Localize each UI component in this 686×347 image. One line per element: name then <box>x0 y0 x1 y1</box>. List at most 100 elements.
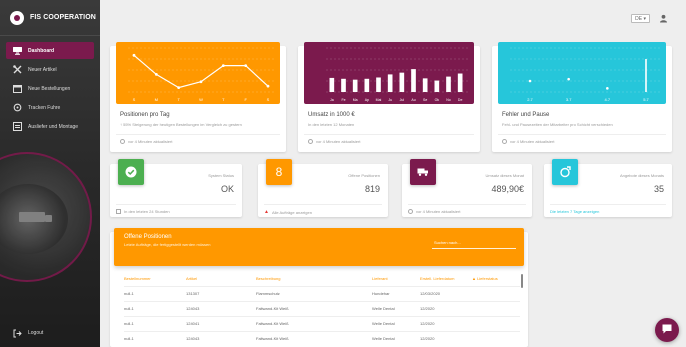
bar <box>457 73 463 92</box>
table-cell: Welle Dental <box>372 321 395 326</box>
sidebar-item-label: Ausliefer und Montage <box>28 123 79 130</box>
sidebar-item-dashboard[interactable]: Dashboard <box>6 42 94 59</box>
stat-label: System Status <box>208 173 234 178</box>
x-tick-label: Mai <box>376 98 382 102</box>
brand[interactable]: FIS COOPERATION <box>0 0 100 36</box>
data-point <box>132 53 136 57</box>
sidebar-item-neuer-artikel[interactable]: Neuer Artikel <box>6 61 94 78</box>
stat-footer: In den letzten 24 Stunden <box>116 204 236 214</box>
chart-footer: vor 4 Minuten aktualisiert <box>498 134 666 148</box>
dashboard-icon <box>12 46 22 56</box>
stat-footer-text: In den letzten 24 Stunden <box>124 209 170 214</box>
topbar: DE ▾ <box>100 0 686 36</box>
chart-title: Positionen pro Tag <box>120 112 170 118</box>
chart-subtitle: Fehl- und Pausezeiten der Mitarbeiter pr… <box>502 122 613 127</box>
x-tick-label: Jul <box>400 98 405 102</box>
x-tick-label: T <box>222 97 225 102</box>
clock-icon <box>408 209 413 214</box>
tools-icon <box>12 65 22 75</box>
x-tick-label: T <box>177 97 180 102</box>
stat-label: Offene Positionen <box>348 173 380 178</box>
chart-title: Umsatz in 1000 € <box>308 112 355 118</box>
table-scrollbar[interactable] <box>521 274 523 288</box>
data-point <box>266 84 270 88</box>
column-header[interactable]: Lieferant <box>372 276 388 281</box>
x-tick-label: F <box>244 97 247 102</box>
errors-scatter-chart: 2.7 3.7 4.7 5.7 <box>510 47 660 102</box>
bar <box>341 78 346 92</box>
x-tick-label: S <box>133 97 136 102</box>
bar <box>422 78 428 92</box>
stat-value: 819 <box>364 184 380 194</box>
x-tick-label: No <box>446 98 451 102</box>
chart-footer-text: vor 4 Minuten aktualisiert <box>510 139 555 144</box>
column-header[interactable]: Erstell. Lieferdatum <box>420 276 454 281</box>
bar <box>364 78 370 92</box>
x-tick-label: Ja <box>330 98 334 102</box>
clock-icon <box>308 139 313 144</box>
table-cell: Flammschutz <box>256 291 280 296</box>
calendar-icon <box>12 84 22 94</box>
brand-name: FIS COOPERATION <box>30 14 96 21</box>
table-row[interactable]: null-1 131307 Flammschutz Hundehar 12/03… <box>124 286 520 300</box>
column-header[interactable]: Artikel <box>186 276 197 281</box>
column-header[interactable]: Beschreibung <box>256 276 280 281</box>
x-tick-label: 2.7 <box>527 97 533 102</box>
stat-footer[interactable]: Die letzten 7 Tage anzeigen <box>550 204 666 214</box>
sidebar-item-tracken-fuhre[interactable]: Tracken Fuhre <box>6 99 94 116</box>
positions-line-chart: SMTWTFS <box>128 47 274 102</box>
table-cell: 12/2020 <box>420 336 435 341</box>
table-cell: Faltwand-Kit Weiß <box>256 306 289 311</box>
bar <box>387 74 393 92</box>
bar <box>376 77 381 92</box>
table-cell: null-1 <box>124 291 134 296</box>
check-icon <box>118 159 144 185</box>
sidebar-item-ausliefer-montage[interactable]: Ausliefer und Montage <box>6 118 94 135</box>
x-tick-label: 3.7 <box>566 97 572 102</box>
sidebar-item-neue-bestellungen[interactable]: Neue Bestellungen <box>6 80 94 97</box>
clock-icon <box>502 139 507 144</box>
stat-footer[interactable]: ▲ Alle Aufträge anzeigen <box>264 204 382 215</box>
logout-label: Logout <box>28 330 44 336</box>
data-point <box>528 79 532 83</box>
table-row[interactable]: null-1 124041 Faltwand-Kit Weiß Welle De… <box>124 316 520 330</box>
stat-card-umsatz-monat: Umsatz dieses Monat 489,90€ vor 4 Minute… <box>402 159 532 217</box>
table-row[interactable]: null-1 124043 Faltwand-Kit Weiß Welle De… <box>124 331 520 345</box>
bar <box>329 77 335 92</box>
x-tick-label: Ap <box>365 98 369 102</box>
chart-footer: vor 4 Minuten aktualisiert <box>304 134 474 148</box>
data-point <box>221 64 225 67</box>
sidebar-item-label: Dashboard <box>28 47 55 54</box>
truck-icon <box>12 122 22 132</box>
stat-value: 489,90€ <box>491 184 524 194</box>
x-tick-label: W <box>199 97 203 102</box>
table-cell: null-1 <box>124 321 134 326</box>
search-input[interactable]: Suchen nach... <box>432 240 516 249</box>
chart-title: Fehler und Pause <box>502 112 550 118</box>
sidebar: FIS COOPERATION Dashboard Neuer Artikel … <box>0 0 100 347</box>
table-cell: 12/03/2020 <box>420 291 441 296</box>
chart-card-fehler: 2.7 3.7 4.7 5.7 Fehler und Pause Fehl- und … <box>492 42 672 152</box>
x-tick-label: S <box>267 97 270 102</box>
stat-footer-text: Die letzten 7 Tage anzeigen <box>550 209 600 214</box>
table-cell: null-1 <box>124 306 134 311</box>
logout-button[interactable]: Logout <box>12 328 43 338</box>
bar <box>434 80 440 92</box>
stat-card-system-status: System Status OK In den letzten 24 Stund… <box>110 159 242 217</box>
x-tick-label: 5.7 <box>643 97 649 102</box>
language-select[interactable]: DE ▾ <box>631 14 650 23</box>
column-header[interactable]: Bestellnummer <box>124 276 151 281</box>
refresh-icon <box>12 103 22 113</box>
clock-icon <box>120 139 125 144</box>
table-cell: Faltwand-Kit Weiß <box>256 321 289 326</box>
chat-button[interactable] <box>655 318 679 342</box>
table-row[interactable]: null-1 124043 Faltwand-Kit Weiß Welle De… <box>124 301 520 315</box>
stat-label: Umsatz dieses Monat <box>485 173 524 178</box>
table-title: Offene Positionen <box>124 234 172 240</box>
column-header[interactable]: ▲ Lieferstatus <box>472 276 498 281</box>
number-icon: 8 <box>266 159 292 185</box>
chart-subtitle: ↑ 55% Steigerung der heutigen Bestellung… <box>120 122 242 127</box>
person-icon[interactable] <box>659 14 668 23</box>
table-cell: 124041 <box>186 321 200 326</box>
x-tick-label: Au <box>411 98 415 102</box>
